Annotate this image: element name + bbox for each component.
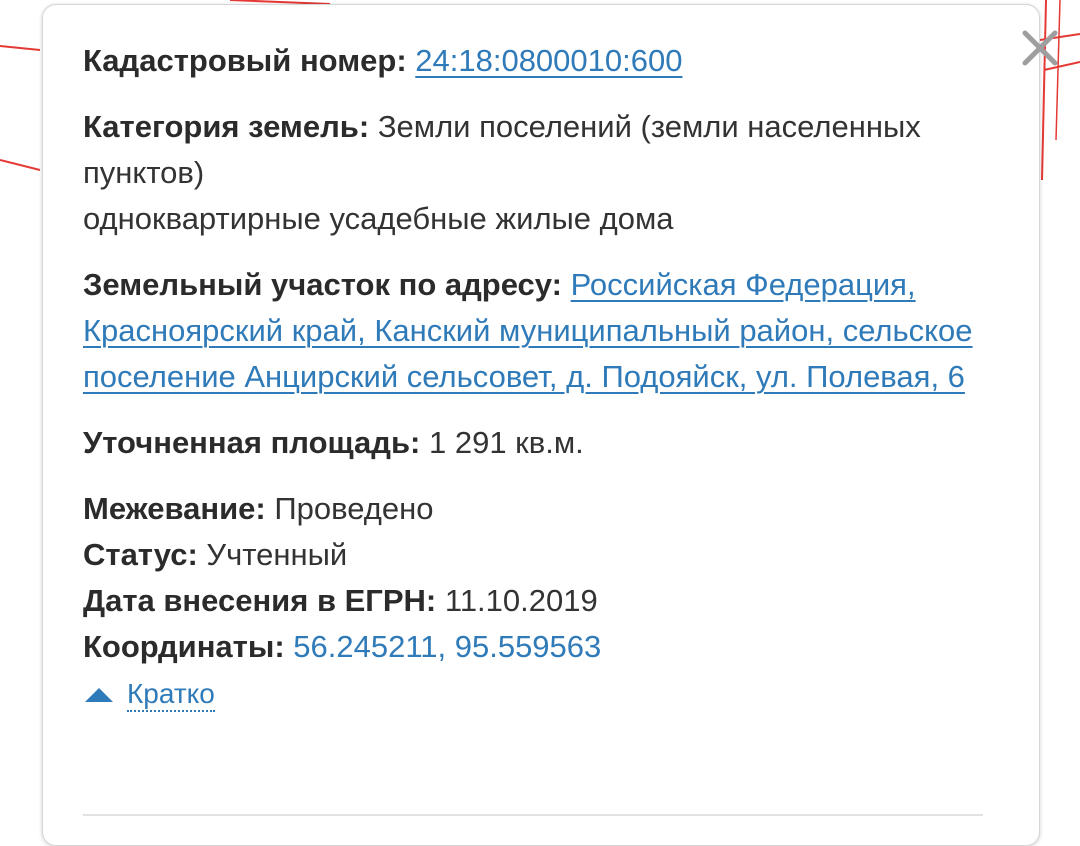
- cadastral-number-label: Кадастровый номер:: [83, 43, 407, 78]
- collapse-label: Кратко: [127, 678, 215, 712]
- popup-divider: [83, 814, 983, 816]
- land-usage-value: одноквартирные усадебные жилые дома: [83, 201, 674, 236]
- cadastral-number-row: Кадастровый номер: 24:18:0800010:600: [83, 38, 983, 84]
- parcel-info-content: Кадастровый номер: 24:18:0800010:600 Кат…: [83, 38, 983, 720]
- address-row: Земельный участок по адресу: Российская …: [83, 262, 983, 400]
- cadastral-number-link[interactable]: 24:18:0800010:600: [415, 43, 682, 78]
- egrn-date-label: Дата внесения в ЕГРН:: [83, 583, 437, 618]
- land-usage-row: одноквартирные усадебные жилые дома: [83, 196, 983, 242]
- land-category-row: Категория земель: Земли поселений (земли…: [83, 104, 983, 196]
- status-row: Статус: Учтенный: [83, 532, 983, 578]
- survey-value: Проведено: [274, 491, 434, 526]
- coordinates-row: Координаты: 56.245211, 95.559563: [83, 624, 983, 670]
- status-value: Учтенный: [206, 537, 348, 572]
- survey-label: Межевание:: [83, 491, 266, 526]
- address-label: Земельный участок по адресу:: [83, 267, 562, 302]
- close-icon[interactable]: [1015, 25, 1065, 71]
- coordinates-link[interactable]: 56.245211, 95.559563: [293, 629, 601, 664]
- land-category-label: Категория земель:: [83, 109, 370, 144]
- egrn-date-row: Дата внесения в ЕГРН: 11.10.2019: [83, 578, 983, 624]
- area-row: Уточненная площадь: 1 291 кв.м.: [83, 420, 983, 466]
- survey-row: Межевание: Проведено: [83, 486, 983, 532]
- coordinates-label: Координаты:: [83, 629, 285, 664]
- status-label: Статус:: [83, 537, 198, 572]
- area-value: 1 291 кв.м.: [428, 425, 584, 460]
- arrow-up-icon: [85, 688, 113, 702]
- collapse-toggle[interactable]: Кратко: [83, 670, 983, 720]
- egrn-date-value: 11.10.2019: [444, 583, 598, 618]
- area-label: Уточненная площадь:: [83, 425, 421, 460]
